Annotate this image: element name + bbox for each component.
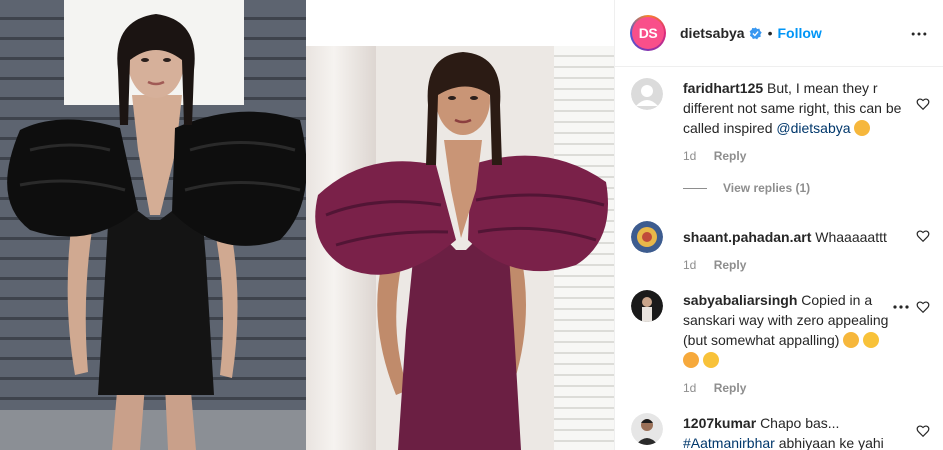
comment-username[interactable]: faridhart125 bbox=[683, 80, 763, 96]
comment-content: Whaaaaattt bbox=[815, 229, 887, 245]
comment-item: shaant.pahadan.art Whaaaaattt 1d Reply bbox=[631, 221, 936, 272]
view-replies-button[interactable]: View replies (1) bbox=[683, 181, 810, 195]
sad-face-emoji bbox=[843, 332, 860, 348]
grinning-face-emoji bbox=[702, 352, 719, 368]
view-replies-label: View replies (1) bbox=[723, 181, 811, 195]
view-replies-line bbox=[683, 187, 707, 189]
comment-text: 1207kumar Chapo bas... #Aatmanirbhar abh… bbox=[683, 413, 913, 450]
comment-item: sabyabaliarsingh Copied in a sanskari wa… bbox=[631, 290, 936, 395]
like-heart-icon[interactable] bbox=[916, 229, 930, 243]
painting-avatar-icon bbox=[631, 221, 663, 253]
image-right-purple-dress bbox=[306, 0, 614, 450]
account-avatar[interactable]: DS bbox=[630, 15, 666, 51]
comment-meta: 1d Reply bbox=[683, 381, 936, 395]
comment-time: 1d bbox=[683, 381, 697, 395]
follow-button[interactable]: Follow bbox=[778, 25, 822, 41]
comment-item: faridhart125 But, I mean they r differen… bbox=[631, 78, 936, 163]
tongue-face-emoji bbox=[683, 352, 699, 368]
reply-button[interactable]: Reply bbox=[714, 258, 747, 272]
post-image[interactable] bbox=[0, 0, 614, 450]
comment-username[interactable]: sabyabaliarsingh bbox=[683, 292, 797, 308]
woman-figure-right bbox=[315, 52, 608, 450]
reply-button[interactable]: Reply bbox=[714, 381, 747, 395]
comment-options-icon[interactable] bbox=[892, 304, 910, 310]
comment-content: Chapo bas... bbox=[760, 415, 840, 431]
avatar-initials: DS bbox=[632, 17, 664, 49]
comments-panel: DS dietsabya • Follow faridhart125 But, … bbox=[614, 0, 943, 450]
comment-avatar-person[interactable] bbox=[631, 290, 663, 322]
account-username[interactable]: dietsabya bbox=[680, 25, 745, 41]
like-heart-icon[interactable] bbox=[916, 97, 930, 111]
more-options-icon[interactable] bbox=[909, 24, 929, 44]
image-left-black-dress bbox=[0, 0, 306, 450]
comment-time: 1d bbox=[683, 149, 697, 163]
comment-item: 1207kumar Chapo bas... #Aatmanirbhar abh… bbox=[631, 413, 936, 450]
comment-time: 1d bbox=[683, 258, 697, 272]
person-avatar-icon bbox=[631, 290, 663, 322]
comment-username[interactable]: shaant.pahadan.art bbox=[683, 229, 811, 245]
reply-button[interactable]: Reply bbox=[714, 149, 747, 163]
header-separator: • bbox=[767, 25, 773, 41]
comment-meta: 1d Reply bbox=[683, 258, 936, 272]
like-heart-icon[interactable] bbox=[916, 424, 930, 438]
comment-text: faridhart125 But, I mean they r differen… bbox=[683, 78, 913, 138]
comment-text: shaant.pahadan.art Whaaaaattt bbox=[683, 221, 913, 247]
comment-avatar-default[interactable] bbox=[631, 78, 663, 110]
comment-hashtag[interactable]: #Aatmanirbhar bbox=[683, 435, 775, 450]
verified-badge-icon bbox=[749, 26, 762, 39]
post-header: DS dietsabya • Follow bbox=[615, 0, 943, 67]
grinning-face-emoji bbox=[863, 332, 880, 348]
comment-list: faridhart125 But, I mean they r differen… bbox=[615, 68, 943, 450]
like-heart-icon[interactable] bbox=[916, 300, 930, 314]
woman-figure-left bbox=[7, 14, 306, 450]
comment-avatar-man[interactable] bbox=[631, 413, 663, 445]
hugging-face-emoji bbox=[854, 120, 871, 136]
comment-content-continued: abhiyaan ke yahi bbox=[778, 435, 884, 450]
man-avatar-icon bbox=[631, 413, 663, 445]
comment-mention[interactable]: @dietsabya bbox=[776, 120, 850, 136]
comment-meta: 1d Reply bbox=[683, 149, 936, 163]
default-avatar-icon bbox=[631, 78, 663, 110]
comment-avatar-painting[interactable] bbox=[631, 221, 663, 253]
comment-username[interactable]: 1207kumar bbox=[683, 415, 756, 431]
comment-text: sabyabaliarsingh Copied in a sanskari wa… bbox=[683, 290, 913, 370]
